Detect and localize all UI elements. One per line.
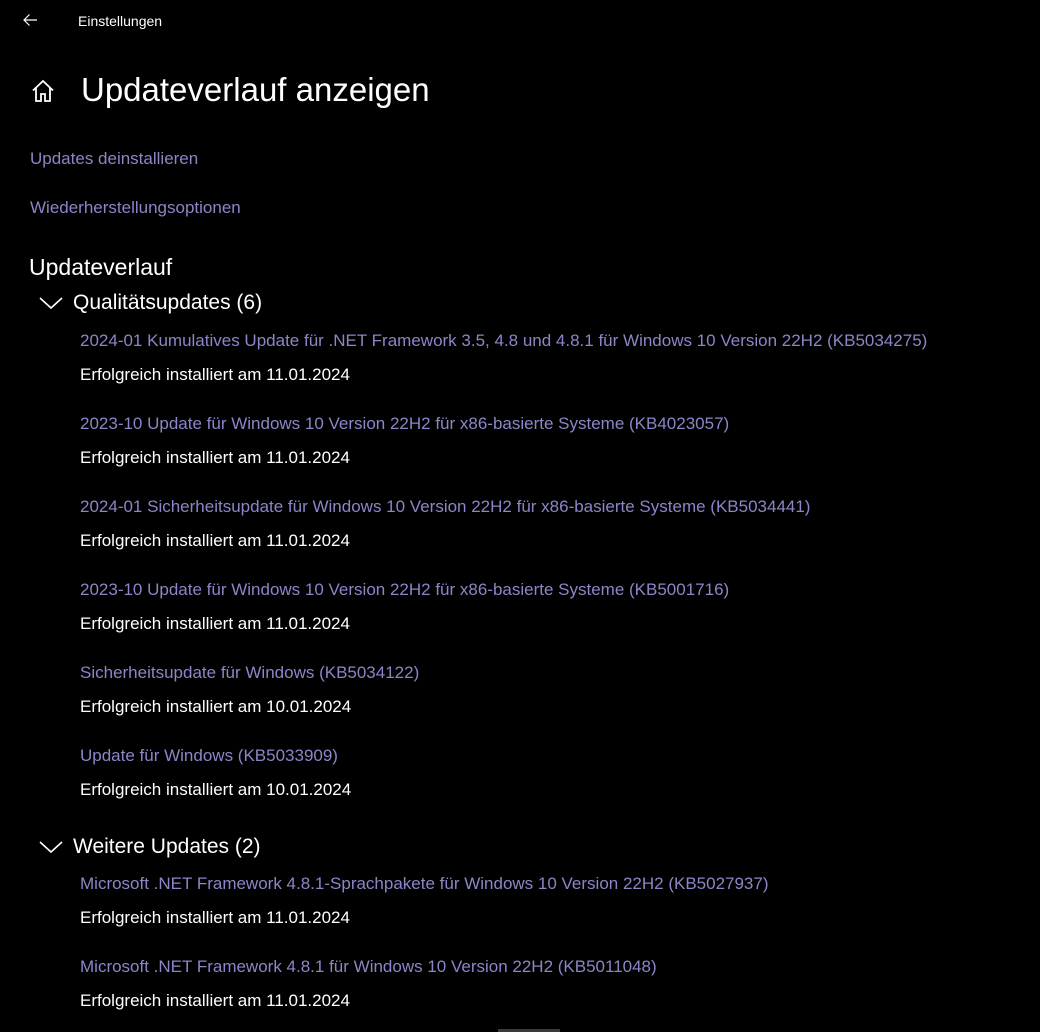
update-name-link[interactable]: Sicherheitsupdate für Windows (KB5034122… xyxy=(80,662,1020,684)
update-status: Erfolgreich installiert am 11.01.2024 xyxy=(80,908,350,927)
page-title: Updateverlauf anzeigen xyxy=(81,71,430,108)
update-name-link[interactable]: 2023-10 Update für Windows 10 Version 22… xyxy=(80,579,1020,601)
back-arrow-icon xyxy=(23,14,37,26)
back-button[interactable] xyxy=(14,6,46,34)
update-item: Microsoft .NET Framework 4.8.1 für Windo… xyxy=(80,956,1020,1012)
update-status: Erfolgreich installiert am 11.01.2024 xyxy=(80,365,350,384)
home-icon[interactable] xyxy=(30,78,56,104)
update-name-link[interactable]: 2023-10 Update für Windows 10 Version 22… xyxy=(80,413,1020,435)
update-name-link[interactable]: 2024-01 Kumulatives Update für .NET Fram… xyxy=(80,330,1020,352)
update-item: Sicherheitsupdate für Windows (KB5034122… xyxy=(80,662,1020,718)
update-name-link[interactable]: Update für Windows (KB5033909) xyxy=(80,745,1020,767)
update-status: Erfolgreich installiert am 11.01.2024 xyxy=(80,531,350,550)
chevron-down-icon xyxy=(39,841,63,854)
update-status: Erfolgreich installiert am 11.01.2024 xyxy=(80,614,350,633)
group-header-quality-updates[interactable]: Qualitätsupdates (6) xyxy=(38,289,262,317)
update-item: 2023-10 Update für Windows 10 Version 22… xyxy=(80,413,1020,469)
update-status: Erfolgreich installiert am 10.01.2024 xyxy=(80,697,352,716)
window-title: Einstellungen xyxy=(78,13,163,29)
update-status: Erfolgreich installiert am 11.01.2024 xyxy=(80,991,350,1010)
title-bar: Einstellungen xyxy=(0,0,1040,40)
update-item: 2023-10 Update für Windows 10 Version 22… xyxy=(80,579,1020,635)
chevron-down-icon xyxy=(39,297,63,310)
update-item: Microsoft .NET Framework 4.8.1-Sprachpak… xyxy=(80,873,1020,929)
history-section-title: Updateverlauf xyxy=(29,254,173,280)
group-label: Qualitätsupdates (6) xyxy=(73,291,263,314)
update-name-link[interactable]: Microsoft .NET Framework 4.8.1-Sprachpak… xyxy=(80,873,1020,895)
update-item: 2024-01 Kumulatives Update für .NET Fram… xyxy=(80,330,1020,386)
update-name-link[interactable]: Microsoft .NET Framework 4.8.1 für Windo… xyxy=(80,956,1020,978)
update-status: Erfolgreich installiert am 11.01.2024 xyxy=(80,448,350,467)
update-item: Update für Windows (KB5033909) Erfolgrei… xyxy=(80,745,1020,801)
update-name-link[interactable]: 2024-01 Sicherheitsupdate für Windows 10… xyxy=(80,496,1020,518)
uninstall-updates-link[interactable]: Updates deinstallieren xyxy=(30,148,198,170)
recovery-options-link[interactable]: Wiederherstellungsoptionen xyxy=(30,197,241,219)
group-header-other-updates[interactable]: Weitere Updates (2) xyxy=(38,833,261,861)
group-label: Weitere Updates (2) xyxy=(73,835,261,858)
update-status: Erfolgreich installiert am 10.01.2024 xyxy=(80,780,352,799)
update-item: 2024-01 Sicherheitsupdate für Windows 10… xyxy=(80,496,1020,552)
